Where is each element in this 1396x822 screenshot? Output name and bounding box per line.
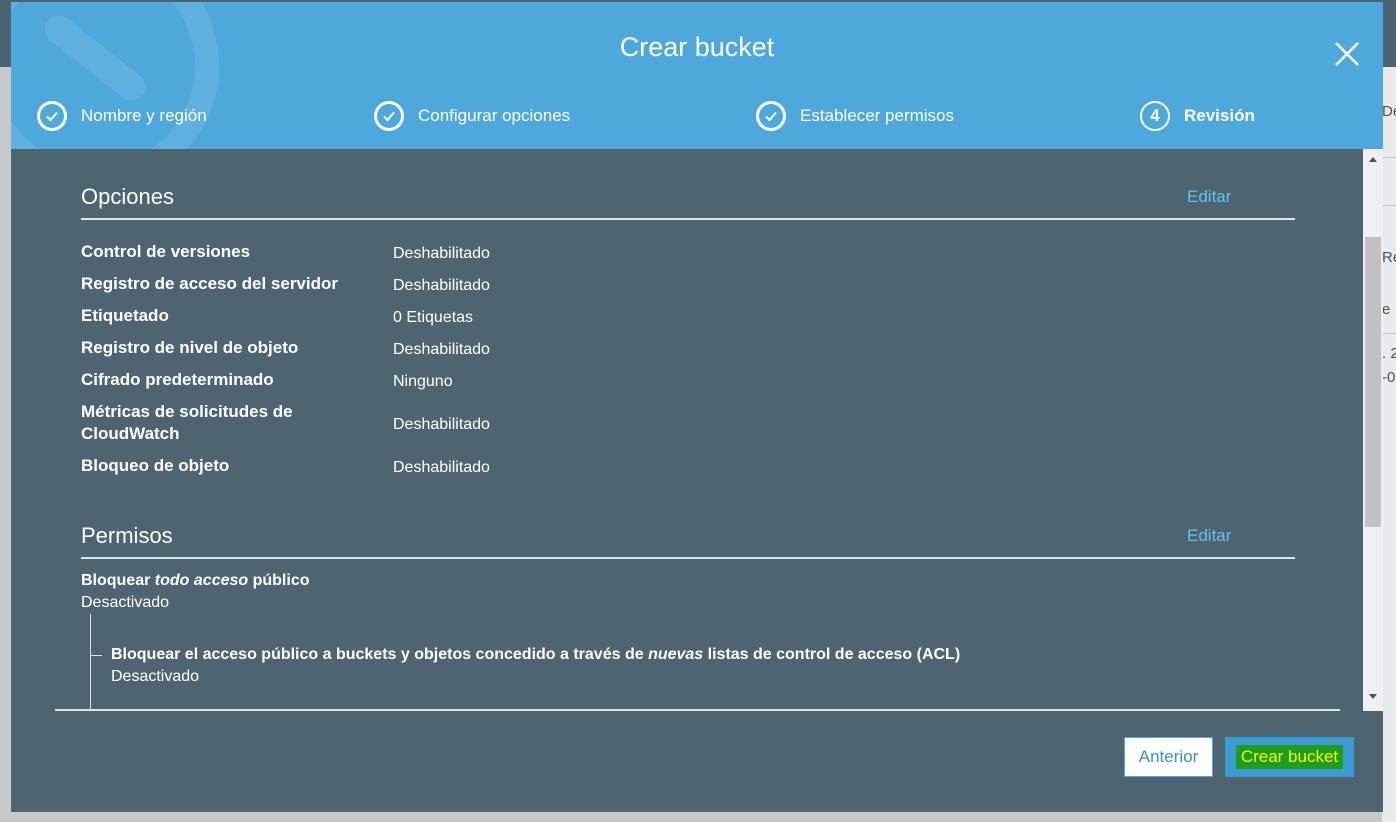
- option-value-server-access-logging: Deshabilitado: [393, 277, 490, 294]
- option-value-default-encryption: Ninguno: [393, 373, 453, 390]
- content-scrollbar[interactable]: [1363, 149, 1383, 711]
- option-value-versioning: Deshabilitado: [393, 245, 490, 262]
- block-all-public-access-status: Desactivado: [81, 594, 170, 611]
- option-label-versioning: Control de versiones: [81, 242, 251, 261]
- option-label-tagging: Etiquetado: [81, 306, 169, 325]
- step-number-badge: 4: [1140, 101, 1170, 131]
- permissions-section-title: Permisos: [81, 523, 173, 548]
- step-revision[interactable]: 4 Revisión: [1140, 99, 1255, 133]
- block-all-public-access-label: Bloquear todo acceso público: [81, 572, 310, 589]
- step-nombre-region[interactable]: Nombre y región: [37, 99, 207, 133]
- option-label-object-level-logging: Registro de nivel de objeto: [81, 338, 299, 357]
- background-page-edge: De Re e . 2 -0: [1382, 67, 1396, 822]
- option-value-object-lock: Deshabilitado: [393, 459, 490, 476]
- step-label: Revisión: [1184, 106, 1255, 125]
- block-new-acl-status: Desactivado: [111, 668, 200, 685]
- scroll-thumb[interactable]: [1365, 237, 1381, 527]
- option-value-object-level-logging: Deshabilitado: [393, 341, 490, 358]
- create-bucket-modal: Crear bucket Nombre y región Configurar …: [11, 2, 1383, 812]
- modal-title: Crear bucket: [619, 32, 775, 62]
- background-divider: [1382, 205, 1396, 206]
- option-label-cloudwatch-metrics: Métricas de solicitudes de CloudWatch: [81, 402, 293, 443]
- tree-branch-line: [90, 655, 102, 656]
- background-divider: [1382, 157, 1396, 158]
- tree-connector-line: [90, 614, 91, 711]
- option-value-cloudwatch-metrics: Deshabilitado: [393, 416, 490, 433]
- step-establecer-permisos[interactable]: Establecer permisos: [756, 99, 954, 133]
- option-value-tagging: 0 Etiquetas: [393, 309, 474, 326]
- options-edit-link[interactable]: Editar: [1187, 187, 1231, 207]
- create-bucket-button-label: Crear bucket: [1235, 745, 1344, 769]
- check-circle-icon: [37, 101, 67, 131]
- step-label: Configurar opciones: [418, 106, 571, 125]
- review-content: Opciones Editar Control de versiones Des…: [11, 149, 1363, 711]
- check-circle-icon: [756, 101, 786, 131]
- option-label-default-encryption: Cifrado predeterminado: [81, 370, 274, 389]
- previous-button[interactable]: Anterior: [1124, 737, 1213, 777]
- footer-divider: [55, 709, 1340, 711]
- background-text-fragment: Re: [1382, 249, 1396, 266]
- options-section-title: Opciones: [81, 184, 174, 209]
- permissions-divider: [81, 557, 1295, 559]
- step-label: Nombre y región: [81, 106, 207, 125]
- background-text-fragment: De: [1382, 103, 1396, 120]
- option-label-object-lock: Bloqueo de objeto: [81, 456, 230, 475]
- option-label-server-access-logging: Registro de acceso del servidor: [81, 274, 338, 293]
- background-divider: [1382, 333, 1396, 334]
- background-text-fragment: -0: [1382, 369, 1396, 386]
- permissions-edit-link[interactable]: Editar: [1187, 526, 1231, 546]
- background-text-fragment: . 2: [1382, 345, 1396, 362]
- check-circle-icon: [374, 101, 404, 131]
- close-icon: [1335, 42, 1359, 66]
- background-text-fragment: e: [1382, 301, 1391, 318]
- close-button[interactable]: [1331, 38, 1363, 70]
- step-label: Establecer permisos: [800, 106, 955, 125]
- options-divider: [81, 218, 1295, 220]
- step-configurar-opciones[interactable]: Configurar opciones: [374, 99, 570, 133]
- create-bucket-button[interactable]: Crear bucket: [1225, 737, 1354, 777]
- modal-header: Crear bucket Nombre y región Configurar …: [11, 2, 1383, 149]
- scroll-up-arrow-icon[interactable]: [1363, 151, 1383, 167]
- scroll-down-arrow-icon[interactable]: [1363, 689, 1383, 705]
- block-new-acl-label: Bloquear el acceso público a buckets y o…: [111, 646, 961, 663]
